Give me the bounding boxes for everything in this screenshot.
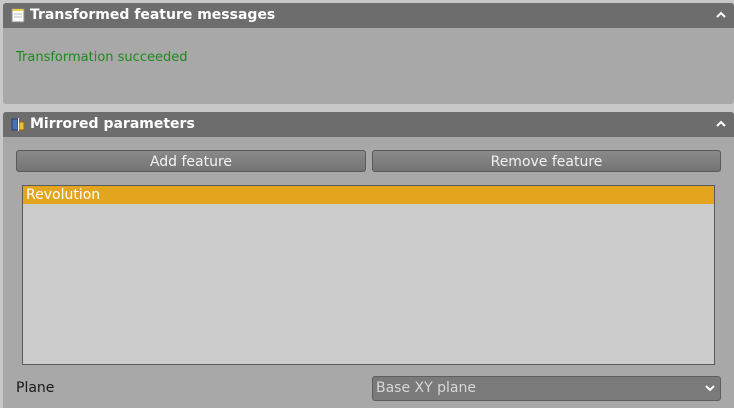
list-item[interactable]: Revolution <box>23 186 714 204</box>
plane-select-value: Base XY plane <box>376 380 476 396</box>
messages-panel-title: Transformed feature messages <box>30 7 276 23</box>
params-panel-title: Mirrored parameters <box>30 116 195 132</box>
messages-panel: Transformed feature messages Transformat… <box>3 3 734 104</box>
mirrored-parameters-panel: Mirrored parameters Add feature Remove f… <box>3 112 734 408</box>
chevron-down-icon <box>705 385 715 392</box>
params-panel-header[interactable]: Mirrored parameters <box>3 112 734 137</box>
collapse-icon[interactable] <box>714 116 728 132</box>
plane-label: Plane <box>16 380 55 396</box>
plane-select[interactable]: Base XY plane <box>372 376 721 401</box>
remove-feature-button[interactable]: Remove feature <box>372 150 721 172</box>
collapse-icon[interactable] <box>714 7 728 23</box>
messages-panel-header[interactable]: Transformed feature messages <box>3 3 734 28</box>
note-icon <box>11 8 25 23</box>
task-panel: Transformed feature messages Transformat… <box>0 0 734 408</box>
add-feature-button[interactable]: Add feature <box>16 150 366 172</box>
mirror-params-icon <box>11 118 25 131</box>
feature-list[interactable]: Revolution <box>22 185 715 365</box>
status-message: Transformation succeeded <box>16 50 188 65</box>
